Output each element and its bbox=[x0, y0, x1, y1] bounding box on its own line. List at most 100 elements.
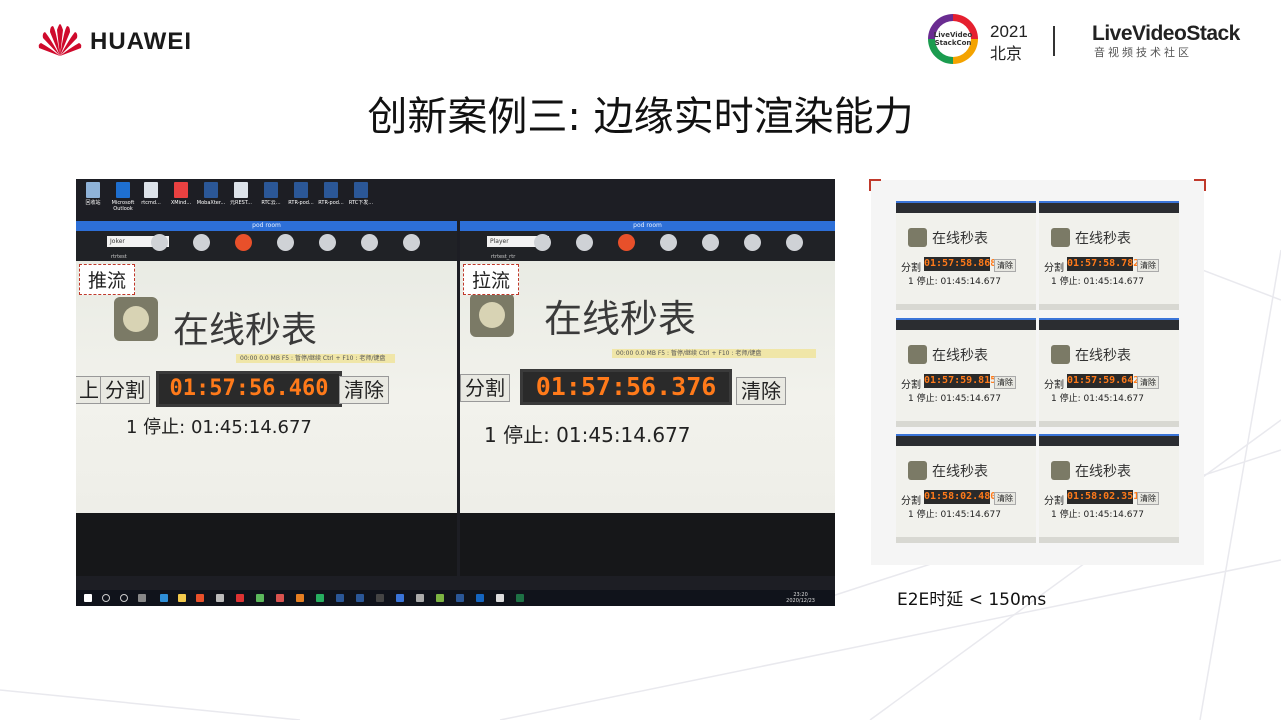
outlook-icon[interactable] bbox=[336, 594, 344, 602]
video-bottom bbox=[76, 513, 457, 576]
app-title: 在线秒表 bbox=[173, 310, 318, 351]
room-id: rtrtest_rtr bbox=[460, 253, 835, 261]
community-brand: LiveVideoStack bbox=[1092, 22, 1240, 45]
split-button[interactable]: 分割 bbox=[460, 374, 510, 402]
word-icon[interactable] bbox=[356, 594, 364, 602]
timer-display: 01:58:02.351 bbox=[1067, 490, 1140, 504]
stopwatch-icon bbox=[470, 293, 514, 337]
pdf-icon[interactable] bbox=[276, 594, 284, 602]
desktop-icon[interactable]: XMind... bbox=[166, 182, 196, 206]
app-icon[interactable] bbox=[476, 594, 484, 602]
edge-icon[interactable] bbox=[160, 594, 168, 602]
desktop-icon[interactable]: RTC云... bbox=[256, 182, 286, 206]
timer-display: 01:58:02.480 bbox=[924, 490, 997, 504]
pull-stream-window[interactable]: pod room Player rtrtest_rtr 在线秒表 00:00 0… bbox=[460, 221, 835, 576]
frame-corner bbox=[869, 179, 881, 191]
timer-display: 01:57:56.460 bbox=[156, 371, 342, 407]
window-title: pod room bbox=[460, 221, 835, 231]
comparison-thumbnail: 在线秒表 分割 01:57:58.782 清除 1 停止: 01:45:14.6… bbox=[1039, 201, 1179, 310]
comparison-thumbnail: 在线秒表 分割 01:57:59.815 清除 1 停止: 01:45:14.6… bbox=[896, 318, 1036, 427]
pull-label: 拉流 bbox=[463, 264, 520, 295]
desktop-icon[interactable]: MobaXter... bbox=[196, 182, 226, 206]
app-icon[interactable] bbox=[456, 594, 464, 602]
conference-logo-text: LiveVideo StackCon bbox=[934, 21, 972, 57]
tray-clock[interactable]: 23:20 2020/12/23 bbox=[786, 592, 815, 604]
timer-display: 01:57:58.868 bbox=[924, 257, 997, 271]
app-icon[interactable] bbox=[236, 594, 244, 602]
video-feed: 在线秒表 00:00 0.0 MB F5 : 暂停/继续 Ctrl + F10 … bbox=[76, 261, 457, 513]
camera-icon[interactable] bbox=[361, 234, 378, 251]
header-divider bbox=[1053, 26, 1055, 56]
stop-record: 1 停止: 01:45:14.677 bbox=[126, 417, 312, 438]
community-subtitle: 音视频技术社区 bbox=[1094, 46, 1192, 59]
app-icon[interactable] bbox=[216, 594, 224, 602]
comparison-thumbnail: 在线秒表 分割 01:57:58.868 清除 1 停止: 01:45:14.6… bbox=[896, 201, 1036, 310]
video-feed: 在线秒表 00:00 0.0 MB F5 : 暂停/继续 Ctrl + F10 … bbox=[460, 261, 835, 513]
app-icon[interactable] bbox=[416, 594, 424, 602]
conference-city: 北京 bbox=[990, 44, 1023, 63]
speaker-icon[interactable] bbox=[702, 234, 719, 251]
frame-corner bbox=[1194, 179, 1206, 191]
app-icon[interactable] bbox=[296, 594, 304, 602]
huawei-logo-icon bbox=[38, 24, 82, 56]
speaker-icon[interactable] bbox=[319, 234, 336, 251]
room-id: rtrtest bbox=[76, 253, 457, 261]
search-icon[interactable] bbox=[102, 594, 110, 602]
demo-screenshot: 回收站 Microsoft Outlook rtcmd... XMind... … bbox=[76, 179, 835, 606]
clear-button[interactable]: 清除 bbox=[736, 377, 786, 405]
timer-display: 01:57:56.376 bbox=[520, 369, 732, 405]
app-icon[interactable] bbox=[196, 594, 204, 602]
microphone-icon[interactable] bbox=[277, 234, 294, 251]
timer-display: 01:57:59.642 bbox=[1067, 374, 1140, 388]
timer-display: 01:57:59.815 bbox=[924, 374, 997, 388]
start-icon[interactable] bbox=[84, 594, 92, 602]
desktop-icon[interactable]: rtcmd... bbox=[136, 182, 166, 206]
desktop-icon[interactable]: RTR-pod... bbox=[286, 182, 316, 206]
app-icon[interactable] bbox=[396, 594, 404, 602]
microphone-icon[interactable] bbox=[660, 234, 677, 251]
latency-caption: E2E时延 < 150ms bbox=[897, 590, 1047, 610]
screen-share-icon[interactable] bbox=[786, 234, 803, 251]
desktop-icon[interactable]: 元REST... bbox=[226, 182, 256, 206]
excel-icon[interactable] bbox=[516, 594, 524, 602]
slide-title: 创新案例三: 边缘实时渲染能力 bbox=[367, 94, 914, 140]
window-title: pod room bbox=[76, 221, 457, 231]
settings-icon[interactable] bbox=[576, 234, 593, 251]
contacts-icon[interactable] bbox=[151, 234, 168, 251]
desktop-icon[interactable]: 回收站 bbox=[78, 182, 108, 206]
camera-icon[interactable] bbox=[744, 234, 761, 251]
app-icon[interactable] bbox=[496, 594, 504, 602]
app-icon[interactable] bbox=[436, 594, 444, 602]
hangup-icon[interactable] bbox=[618, 234, 635, 251]
comparison-thumbnail: 在线秒表 分割 01:57:59.642 清除 1 停止: 01:45:14.6… bbox=[1039, 318, 1179, 427]
desktop-icon[interactable]: RTR-pod... bbox=[316, 182, 346, 206]
brand-name: HUAWEI bbox=[90, 28, 192, 55]
status-bar: 00:00 0.0 MB F5 : 暂停/继续 Ctrl + F10 : 老师/… bbox=[236, 354, 395, 363]
video-bottom bbox=[460, 513, 835, 576]
app-icon[interactable] bbox=[256, 594, 264, 602]
call-toolbar: Player bbox=[460, 231, 835, 253]
cortana-icon[interactable] bbox=[120, 594, 128, 602]
comparison-thumbnail: 在线秒表 分割 01:58:02.351 清除 1 停止: 01:45:14.6… bbox=[1039, 434, 1179, 543]
hangup-icon[interactable] bbox=[235, 234, 252, 251]
explorer-icon[interactable] bbox=[178, 594, 186, 602]
call-toolbar: Joker bbox=[76, 231, 457, 253]
conference-year: 2021 bbox=[990, 22, 1028, 41]
settings-icon[interactable] bbox=[193, 234, 210, 251]
contacts-icon[interactable] bbox=[534, 234, 551, 251]
status-bar: 00:00 0.0 MB F5 : 暂停/继续 Ctrl + F10 : 老师/… bbox=[612, 349, 816, 358]
desktop-icon[interactable]: RTC下发... bbox=[346, 182, 376, 206]
desktop-icon[interactable]: Microsoft Outlook bbox=[108, 182, 138, 212]
latency-comparison-panel: 在线秒表 分割 01:57:58.868 清除 1 停止: 01:45:14.6… bbox=[869, 179, 1206, 565]
push-stream-window[interactable]: pod room Joker rtrtest 在线秒表 00:00 0.0 MB… bbox=[76, 221, 457, 576]
terminal-icon[interactable] bbox=[376, 594, 384, 602]
stop-record: 1 停止: 01:45:14.677 bbox=[484, 423, 691, 447]
split-button[interactable]: 分割 bbox=[100, 376, 150, 404]
task-view-icon[interactable] bbox=[138, 594, 146, 602]
stopwatch-icon bbox=[114, 297, 158, 341]
clear-button[interactable]: 清除 bbox=[339, 376, 389, 404]
app-title: 在线秒表 bbox=[544, 297, 697, 341]
screen-share-icon[interactable] bbox=[403, 234, 420, 251]
app-icon[interactable] bbox=[316, 594, 324, 602]
windows-taskbar: 23:20 2020/12/23 bbox=[76, 590, 835, 606]
